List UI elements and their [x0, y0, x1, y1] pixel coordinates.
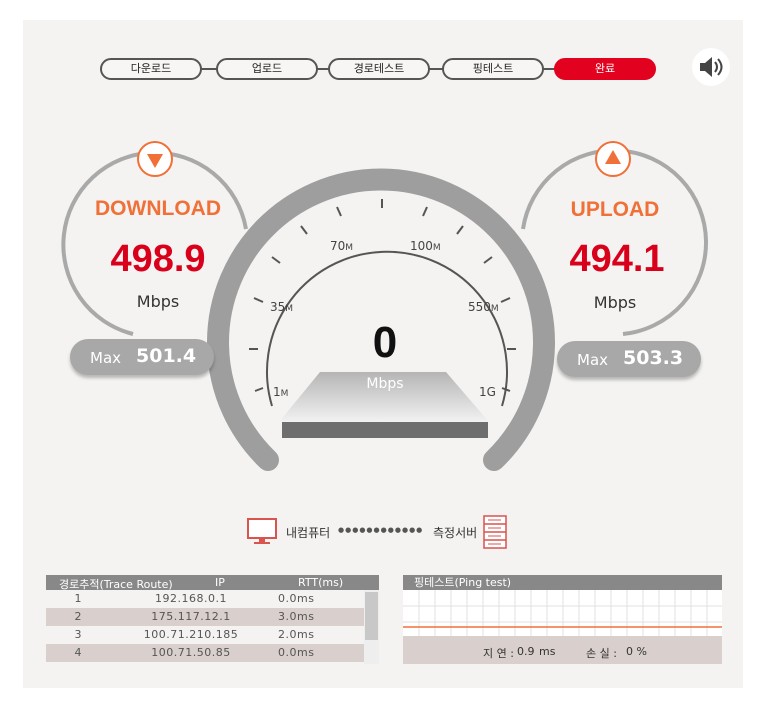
gauge-base-shadow [282, 422, 488, 438]
trace-header-ip: IP [215, 576, 225, 589]
trace-scrollbar[interactable] [364, 590, 379, 664]
download-unit: Mbps [136, 292, 180, 311]
server-icon [483, 515, 507, 549]
scrollbar-thumb[interactable] [365, 592, 378, 640]
upload-arrow-icon [595, 141, 631, 177]
loss-value: 0 % [626, 645, 647, 658]
gauge-label-550m: 550M [468, 300, 499, 314]
gauge-label-70m: 70M [330, 239, 354, 253]
upload-unit: Mbps [593, 293, 637, 312]
trace-route-table: 경로추적(Trace Route) IP RTT(ms) 1 192.168.0.… [46, 575, 379, 664]
loss-label: 손 실 : [586, 647, 617, 660]
max-label: Max [90, 349, 122, 367]
upload-max-badge: Max 503.3 [557, 341, 701, 377]
connection-dots: ●●●●●●●●●●●● [338, 526, 424, 534]
latency-unit: ms [539, 645, 556, 658]
ping-graph [403, 590, 722, 636]
table-row: 1 192.168.0.1 0.0ms [74, 592, 315, 605]
download-arrow-icon [137, 141, 173, 177]
current-speed-unit: Mbps [366, 376, 404, 392]
current-speed-value: 0 [372, 318, 398, 367]
max-label: Max [577, 351, 609, 369]
upload-speed-value: 494.1 [569, 238, 665, 280]
gauge-label-1g: 1G [479, 385, 496, 399]
upload-max-value: 503.3 [623, 347, 684, 369]
ping-test-panel: 핑테스트(Ping test) 지 연 : 0.9 ms 손 실 : 0 % [403, 575, 722, 664]
computer-icon [247, 518, 277, 544]
my-computer-label: 내컴퓨터 [286, 526, 331, 540]
table-row: 3 100.71.210.185 2.0ms [74, 628, 315, 641]
gauge-label-35m: 35M [270, 300, 294, 314]
connection-indicator: 내컴퓨터 ●●●●●●●●●●●● 측정서버 [246, 515, 516, 549]
ping-title: 핑테스트(Ping test) [403, 575, 722, 590]
table-row: 2 175.117.12.1 3.0ms [46, 608, 364, 626]
table-row: 4 100.71.50.85 0.0ms [46, 644, 364, 662]
trace-table-header: 경로추적(Trace Route) IP RTT(ms) [46, 575, 379, 591]
download-max-badge: Max 501.4 [70, 339, 214, 375]
upload-title: UPLOAD [570, 198, 660, 221]
gauge-label-100m: 100M [410, 239, 441, 253]
ping-stats: 지 연 : 0.9 ms 손 실 : 0 % [403, 636, 722, 664]
download-title: DOWNLOAD [95, 197, 221, 220]
trace-header-rtt: RTT(ms) [298, 576, 344, 589]
server-label: 측정서버 [433, 526, 478, 540]
latency-value: 0.9 [517, 645, 535, 658]
latency-label: 지 연 : [483, 647, 514, 660]
download-speed-value: 498.9 [110, 238, 206, 280]
gauge-label-1m: 1M [273, 385, 289, 399]
download-max-value: 501.4 [136, 345, 197, 367]
